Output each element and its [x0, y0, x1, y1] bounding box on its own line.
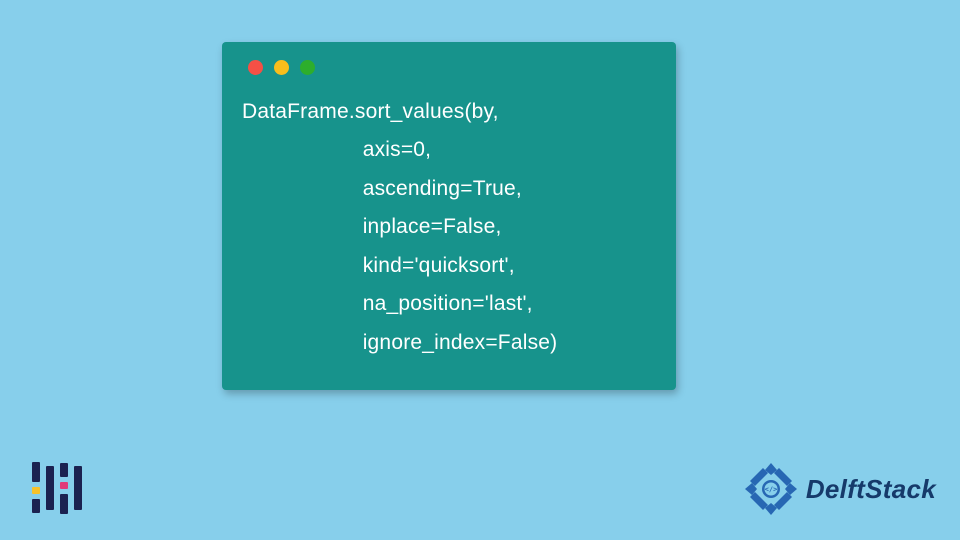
code-line: inplace=False,	[242, 215, 502, 238]
code-line: ignore_index=False)	[242, 331, 557, 354]
svg-text:</>: </>	[765, 486, 778, 494]
close-icon	[248, 60, 263, 75]
code-snippet: DataFrame.sort_values(by, axis=0, ascend…	[242, 93, 656, 362]
code-line: na_position='last',	[242, 292, 533, 315]
code-line: kind='quicksort',	[242, 254, 515, 277]
window-controls	[248, 60, 656, 75]
delftstack-logo-icon: </>	[742, 460, 800, 518]
minimize-icon	[274, 60, 289, 75]
pandas-logo-icon	[32, 462, 82, 514]
code-window: DataFrame.sort_values(by, axis=0, ascend…	[222, 42, 676, 390]
maximize-icon	[300, 60, 315, 75]
code-line: DataFrame.sort_values(by,	[242, 100, 499, 123]
brand-name: DelftStack	[806, 474, 936, 505]
delftstack-brand: </> DelftStack	[742, 460, 936, 518]
code-line: ascending=True,	[242, 177, 522, 200]
code-line: axis=0,	[242, 138, 431, 161]
